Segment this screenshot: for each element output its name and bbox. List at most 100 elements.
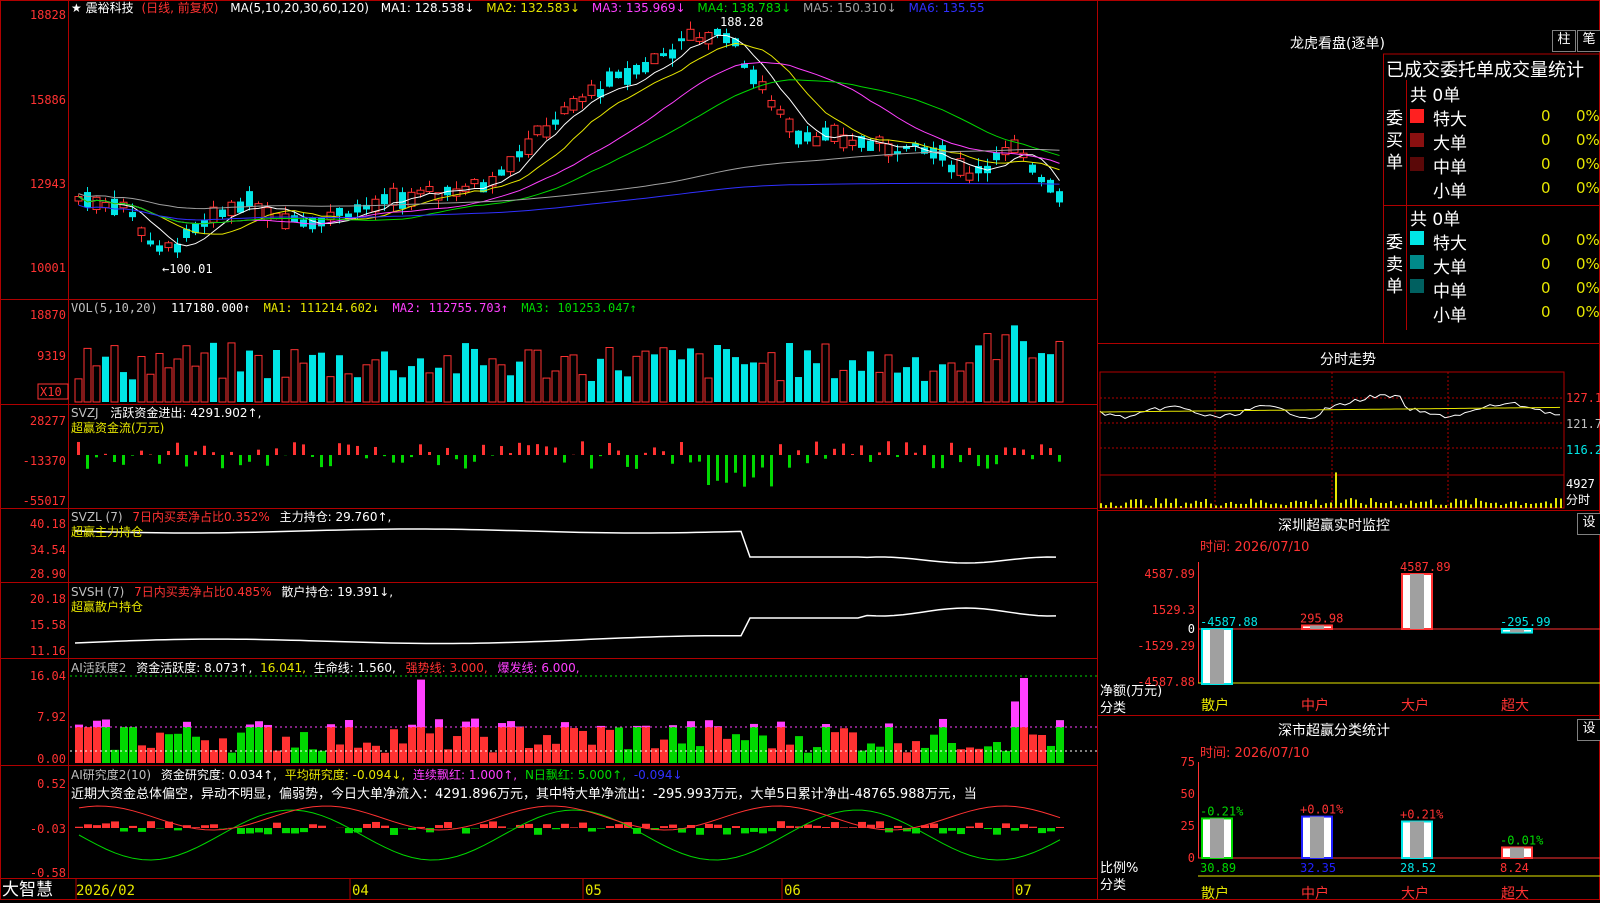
volume-bar: [498, 365, 505, 402]
activity-bar: [561, 722, 569, 763]
sz-monitor-category: 超大: [1501, 695, 1529, 715]
volume-bar: [795, 377, 802, 402]
intraday-volume-bar: [1255, 503, 1257, 508]
sell-row-pct: 0%: [1576, 303, 1600, 321]
brand-logo: 大智慧: [2, 880, 53, 900]
volume-bar: [417, 358, 424, 402]
intraday-volume-bar: [1325, 503, 1327, 508]
candle-body: [1047, 180, 1054, 193]
activity-bar: [858, 751, 866, 763]
volume-bar: [813, 363, 820, 402]
activity-bar-cap: [1056, 720, 1064, 727]
buy-l-swatch: [1410, 133, 1424, 147]
research-bar: [750, 828, 758, 832]
intraday-volume-bar: [1330, 502, 1332, 508]
volume-panel[interactable]: 18870 9319 X10 VOL(5,10,20) 117180.000↑ …: [30, 301, 1063, 402]
activity-bar: [678, 743, 686, 763]
candle-body: [102, 203, 109, 208]
candle-body: [138, 228, 145, 236]
intraday-volume-bar: [1275, 503, 1277, 508]
volume-bar: [588, 381, 595, 402]
research-bar: [831, 822, 839, 828]
intraday-volume-bar: [1165, 499, 1167, 508]
activity-bar: [201, 740, 209, 763]
vol-y-tick: 18870: [30, 308, 66, 322]
volume-bar: [660, 348, 667, 402]
activity-bar-cap: [561, 722, 569, 727]
buy-row-count: 0: [1541, 179, 1551, 197]
fund-flow-bar: [131, 455, 134, 456]
research-bar: [606, 826, 614, 828]
research-bar: [876, 821, 884, 828]
intraday-tick: 127.1: [1566, 391, 1600, 405]
buy-row-label: 中单: [1433, 153, 1467, 178]
fund-flow-bar: [941, 455, 944, 468]
fund-flow-bar: [680, 442, 683, 455]
bar-view-button[interactable]: 柱: [1552, 30, 1576, 52]
volume-bar: [561, 357, 568, 402]
fund-flow-bar: [959, 455, 962, 462]
activity-bar: [84, 727, 92, 763]
research-bar: [768, 828, 776, 831]
retail-position-panel[interactable]: 20.18 15.58 11.16 SVSH (7) 7日内买卖净占比0.485…: [30, 584, 1056, 658]
volume-bar: [246, 351, 253, 402]
intraday-volume-bar: [1310, 504, 1312, 508]
intraday-volume-bar: [1430, 500, 1432, 508]
sz-monitor-bar-label: -4587.88: [1200, 615, 1258, 629]
intraday-volume-bar: [1305, 501, 1307, 508]
intraday-volume-bar: [1115, 506, 1117, 508]
research-bar: [570, 827, 578, 828]
fund-flow-bars: [77, 441, 1061, 486]
main-force-position-panel[interactable]: 40.18 34.54 28.90 SVZL (7) 7日内买卖净占比0.352…: [30, 509, 1056, 581]
buy-row-count: 0: [1541, 155, 1551, 173]
ai-research-panel[interactable]: 0.52 -0.03 -0.58 AI研究度2(10) 资金研究度: 0.034…: [30, 767, 1064, 880]
fund-flow-bar: [437, 455, 440, 465]
research-bar: [372, 822, 380, 828]
volume-bar: [1002, 335, 1009, 402]
candle-body: [687, 29, 694, 40]
sz-stats-delta: -0.21%: [1200, 804, 1244, 818]
vol-y-tick: 9319: [37, 349, 66, 363]
sz-monitor-chart[interactable]: -4587.88295.984587.89-295.99 4587.89 152…: [1137, 560, 1600, 689]
volume-bar: [273, 350, 280, 402]
activity-bar: [183, 722, 191, 763]
volume-bar: [147, 374, 154, 402]
fund-flow-bar: [1040, 444, 1043, 455]
volume-bar: [1056, 341, 1063, 402]
activity-bar: [426, 733, 434, 763]
candle-body: [696, 38, 703, 42]
candlestick-price-panel[interactable]: 188.28 ←100.01 18828 15886 12943 10001 ★…: [30, 0, 1063, 276]
intraday-volume-bar: [1135, 499, 1137, 508]
candle-body: [165, 243, 172, 248]
volume-bar: [228, 343, 235, 402]
intraday-volume-bar: [1545, 501, 1547, 508]
research-bar: [579, 823, 587, 828]
activity-bar: [534, 744, 542, 763]
intraday-trend-panel[interactable]: 127.1 121.7 116.2 4927 分时: [1100, 372, 1600, 508]
sz-stats-value: 28.52: [1400, 861, 1436, 875]
fund-flow-bar: [581, 441, 584, 455]
sz-stats-chart[interactable]: -0.21%30.89+0.01%32.35+0.21%28.52-0.01%8…: [1181, 755, 1600, 876]
research-bar: [273, 823, 281, 828]
volume-bar: [1011, 325, 1018, 402]
svsh-y-tick: 11.16: [30, 644, 66, 658]
research-bar: [777, 821, 785, 828]
sz-monitor-settings-button[interactable]: 设: [1577, 513, 1600, 535]
buy-row-label: 小单: [1433, 177, 1467, 202]
candle-body: [471, 180, 478, 184]
fund-flow-bar: [221, 455, 224, 468]
fund-flow-bar: [383, 455, 386, 456]
buy-m-swatch: [1410, 157, 1424, 171]
fund-flow-bar: [932, 455, 935, 468]
sz-stats-settings-button[interactable]: 设: [1577, 719, 1600, 741]
pen-view-button[interactable]: 笔: [1577, 30, 1600, 52]
activity-bar: [264, 725, 272, 763]
fund-flow-bar: [725, 455, 728, 483]
fund-flow-panel[interactable]: 28277 -13370 -55017 SVZJ 活跃资金进出: 4291.90…: [23, 405, 1061, 508]
ai-activity-panel[interactable]: 16.04 7.92 0.00 AI活跃度2 资金活跃度: 8.073↑, 16…: [30, 660, 1097, 766]
volume-bar: [426, 373, 433, 402]
buy-row-label: 特大: [1433, 105, 1467, 130]
volume-bar: [552, 371, 559, 402]
terminal-canvas[interactable]: 188.28 ←100.01 18828 15886 12943 10001 ★…: [0, 0, 1600, 900]
fund-flow-bar: [662, 451, 665, 455]
